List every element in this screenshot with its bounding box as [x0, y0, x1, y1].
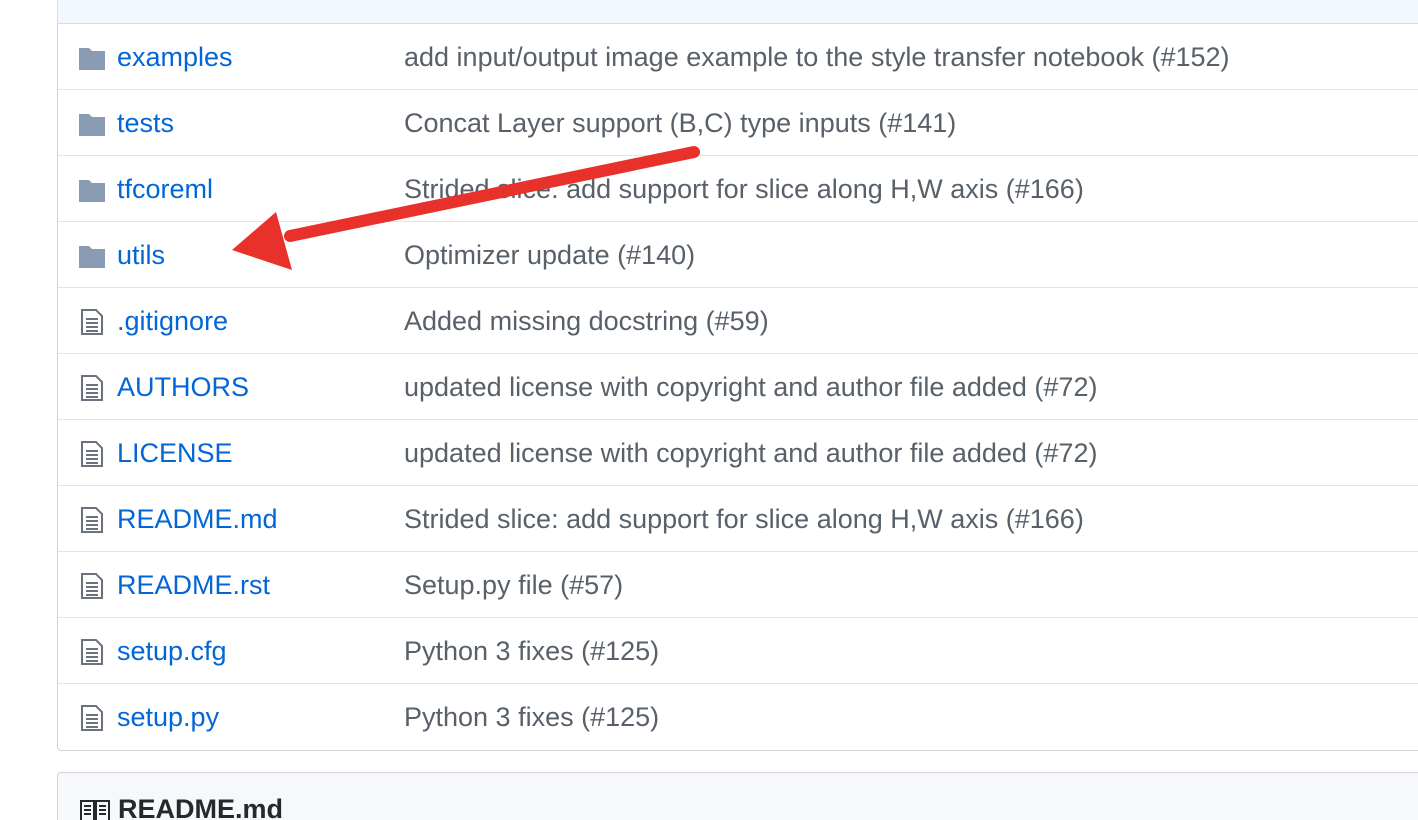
latest-commit-bar: [57, 0, 1418, 24]
file-icon: [78, 573, 106, 599]
file-name-link[interactable]: utils: [117, 239, 165, 271]
commit-message-link[interactable]: Strided slice: add support for slice alo…: [404, 173, 1084, 205]
commit-message-link[interactable]: Optimizer update (#140): [404, 239, 695, 271]
commit-message-link[interactable]: Python 3 fixes (#125): [404, 701, 659, 733]
file-icon: [78, 309, 106, 335]
file-name-link[interactable]: README.rst: [117, 569, 270, 601]
readme-title: README.md: [118, 794, 284, 820]
file-name-link[interactable]: tfcoreml: [117, 173, 213, 205]
folder-icon: [78, 111, 106, 137]
file-row[interactable]: LICENSE updated license with copyright an…: [58, 420, 1418, 486]
file-row[interactable]: README.rst Setup.py file (#57): [58, 552, 1418, 618]
folder-icon: [78, 243, 106, 269]
file-name-link[interactable]: .gitignore: [117, 305, 228, 337]
readme-header: README.md: [57, 772, 1418, 820]
file-row[interactable]: tfcoreml Strided slice: add support for s…: [58, 156, 1418, 222]
file-name-link[interactable]: tests: [117, 107, 174, 139]
repo-file-browser: examples add input/output image example t…: [0, 0, 1418, 820]
file-name-link[interactable]: AUTHORS: [117, 371, 249, 403]
commit-message-link[interactable]: Added missing docstring (#59): [404, 305, 769, 337]
commit-message-link[interactable]: updated license with copyright and autho…: [404, 371, 1097, 403]
folder-icon: [78, 177, 106, 203]
file-name-link[interactable]: README.md: [117, 503, 278, 535]
file-icon: [78, 441, 106, 467]
file-list: examples add input/output image example t…: [57, 24, 1418, 751]
file-row[interactable]: .gitignore Added missing docstring (#59): [58, 288, 1418, 354]
file-row[interactable]: examples add input/output image example t…: [58, 24, 1418, 90]
file-icon: [78, 507, 106, 533]
file-row[interactable]: setup.py Python 3 fixes (#125): [58, 684, 1418, 750]
commit-message-link[interactable]: add input/output image example to the st…: [404, 41, 1230, 73]
file-name-link[interactable]: setup.py: [117, 701, 219, 733]
file-row[interactable]: README.md Strided slice: add support for …: [58, 486, 1418, 552]
file-icon: [78, 375, 106, 401]
commit-message-link[interactable]: updated license with copyright and autho…: [404, 437, 1097, 469]
file-name-link[interactable]: setup.cfg: [117, 635, 227, 667]
file-row[interactable]: utils Optimizer update (#140): [58, 222, 1418, 288]
folder-icon: [78, 45, 106, 71]
book-icon: [80, 800, 110, 820]
file-name-link[interactable]: LICENSE: [117, 437, 233, 469]
file-row[interactable]: setup.cfg Python 3 fixes (#125): [58, 618, 1418, 684]
file-icon: [78, 705, 106, 731]
commit-message-link[interactable]: Strided slice: add support for slice alo…: [404, 503, 1084, 535]
commit-message-link[interactable]: Concat Layer support (B,C) type inputs (…: [404, 107, 956, 139]
file-icon: [78, 639, 106, 665]
file-row[interactable]: tests Concat Layer support (B,C) type inp…: [58, 90, 1418, 156]
commit-message-link[interactable]: Setup.py file (#57): [404, 569, 623, 601]
file-row[interactable]: AUTHORS updated license with copyright an…: [58, 354, 1418, 420]
file-name-link[interactable]: examples: [117, 41, 233, 73]
commit-message-link[interactable]: Python 3 fixes (#125): [404, 635, 659, 667]
